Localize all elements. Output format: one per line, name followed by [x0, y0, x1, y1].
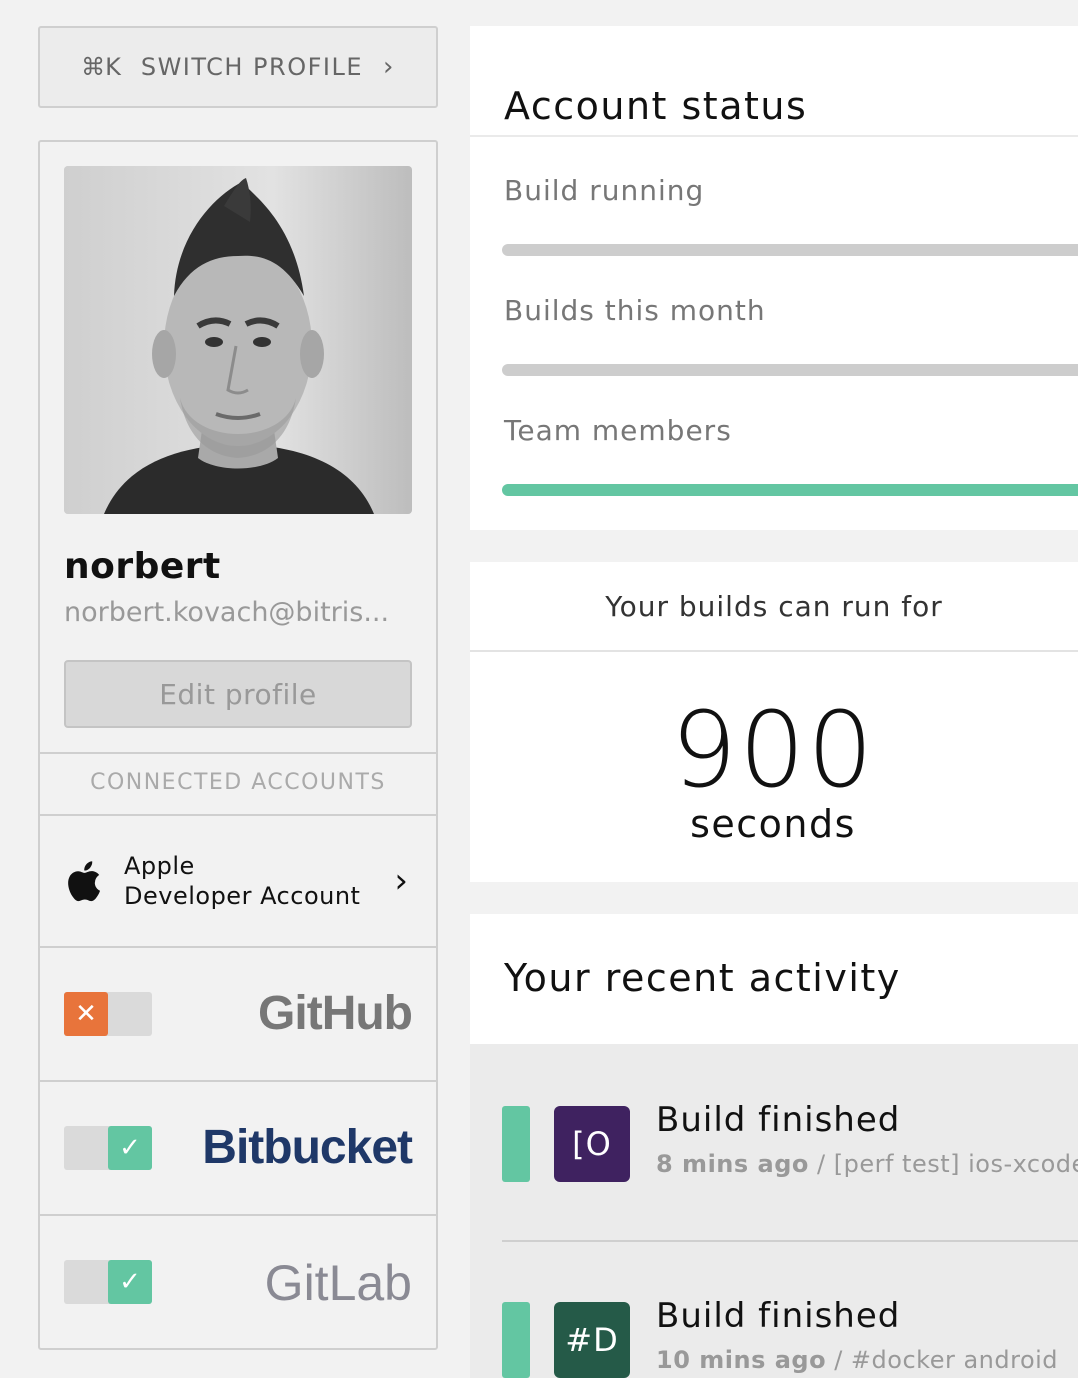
activity-meta: 8 mins ago / [perf test] ios-xcode- [656, 1150, 1078, 1178]
profile-photo [64, 166, 412, 514]
build-status-indicator [502, 1302, 530, 1378]
activity-item[interactable]: [O Build finished 8 mins ago / [perf tes… [470, 1100, 1078, 1226]
connected-accounts-heading: CONNECTED ACCOUNTS [90, 770, 386, 795]
metric-label-build-running: Build running [504, 174, 705, 207]
checkmark-icon: ✓ [108, 1260, 152, 1304]
app-avatar-badge: #D [554, 1302, 630, 1378]
gitlab-connection-toggle[interactable]: ✓ [64, 1260, 152, 1304]
github-logo: GitHub [258, 987, 413, 1040]
meta-separator: / [808, 1150, 834, 1178]
divider [470, 650, 1078, 652]
service-row-bitbucket: ✓ Bitbucket [40, 1082, 436, 1214]
close-icon: ✕ [64, 992, 108, 1036]
activity-item[interactable]: #D Build finished 10 mins ago / #docker … [470, 1296, 1078, 1378]
profile-avatar[interactable] [64, 166, 412, 514]
build-time-value: 900 [670, 689, 876, 811]
build-time-unit: seconds [690, 802, 856, 846]
profile-email: norbert.kovach@bitris... [64, 597, 390, 628]
github-connection-toggle[interactable]: ✕ [64, 992, 152, 1036]
builds-this-month-progress-bar [502, 364, 1078, 376]
activity-title: Build finished [656, 1100, 901, 1140]
build-time-heading: Your builds can run for [605, 589, 943, 623]
switch-profile-label: SWITCH PROFILE [140, 53, 364, 81]
apple-developer-account-link[interactable]: Apple Developer Account › [40, 816, 436, 946]
apple-account-text: Apple Developer Account [124, 851, 360, 911]
profile-card: norbert norbert.kovach@bitris... Edit pr… [38, 140, 438, 1350]
apple-account-line2: Developer Account [124, 882, 361, 910]
chevron-right-icon: › [383, 52, 395, 82]
service-row-github: ✕ GitHub [40, 948, 436, 1080]
chevron-right-icon: › [394, 861, 408, 901]
recent-activity-title: Your recent activity [504, 956, 901, 1000]
gitlab-logo: GitLab [264, 1255, 412, 1311]
metric-label-team-members: Team members [504, 414, 732, 447]
build-time-panel: Your builds can run for 900 seconds [470, 562, 1078, 882]
build-running-progress-bar [502, 244, 1078, 256]
bitbucket-logo: Bitbucket [202, 1121, 413, 1174]
divider [40, 752, 436, 754]
meta-separator: / [826, 1346, 851, 1374]
recent-activity-header: Your recent activity [470, 914, 1078, 1044]
switch-profile-button[interactable]: ⌘K SWITCH PROFILE › [38, 26, 438, 108]
activity-time: 10 mins ago [656, 1346, 827, 1374]
activity-time: 8 mins ago [656, 1150, 809, 1178]
profile-username: norbert [64, 546, 221, 587]
app-avatar-badge: [O [554, 1106, 630, 1182]
checkmark-icon: ✓ [108, 1126, 152, 1170]
activity-context: [perf test] ios-xcode- [833, 1150, 1078, 1178]
bitbucket-connection-toggle[interactable]: ✓ [64, 1126, 152, 1170]
account-status-panel: Account status Build running Builds this… [470, 26, 1078, 530]
apple-logo-icon [68, 861, 100, 902]
activity-context: #docker android [850, 1346, 1059, 1374]
team-members-progress-bar [502, 484, 1078, 496]
activity-meta: 10 mins ago / #docker android [656, 1346, 1058, 1374]
keyboard-shortcut-label: ⌘K [81, 53, 121, 81]
recent-activity-panel: Your recent activity [O Build finished 8… [470, 914, 1078, 1378]
service-row-gitlab: ✓ GitLab [40, 1216, 436, 1348]
metric-label-builds-this-month: Builds this month [504, 294, 766, 327]
build-status-indicator [502, 1106, 530, 1182]
edit-profile-button[interactable]: Edit profile [64, 660, 412, 728]
divider [470, 135, 1078, 137]
progress-fill [502, 484, 1078, 496]
activity-title: Build finished [656, 1296, 901, 1336]
apple-account-line1: Apple [124, 852, 195, 880]
divider [502, 1240, 1078, 1242]
account-status-title: Account status [504, 84, 808, 128]
